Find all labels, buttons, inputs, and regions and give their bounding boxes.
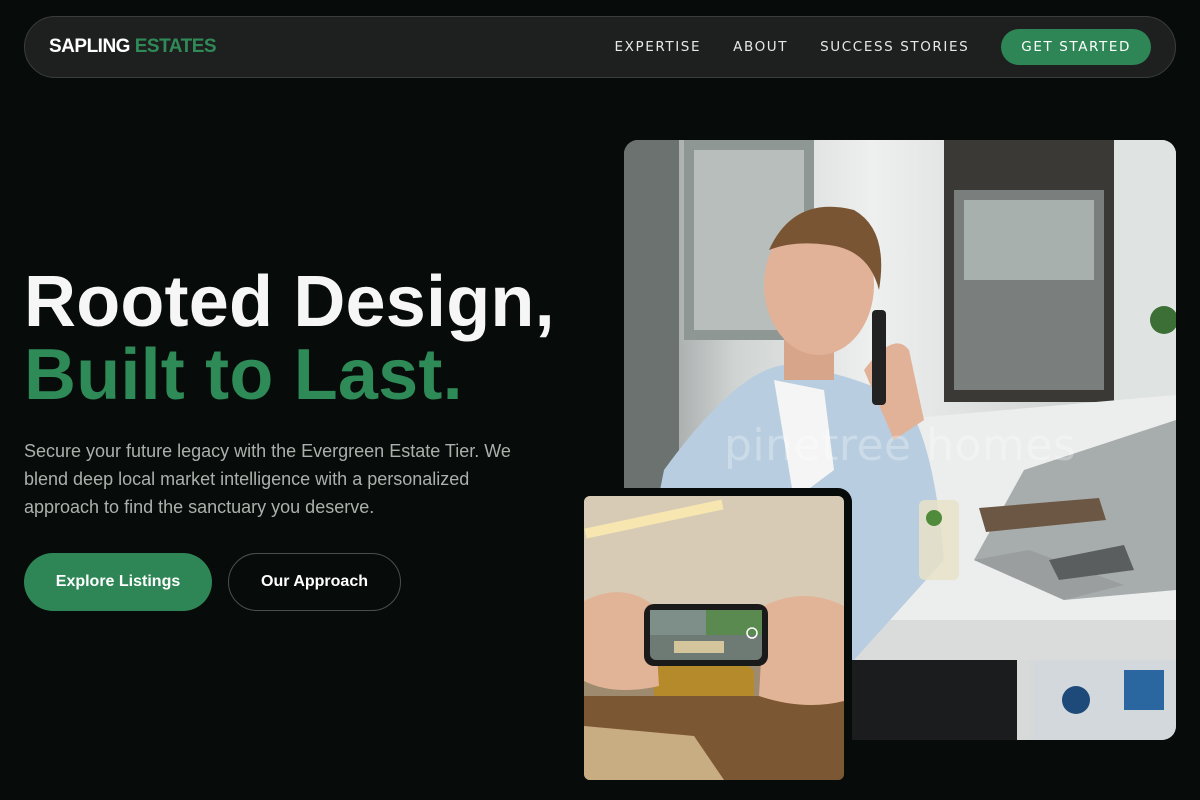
hero-lead-paragraph: Secure your future legacy with the Everg…	[24, 441, 511, 517]
hero-headline-line1: Rooted Design,	[24, 262, 555, 342]
brand-word-sapling: SAPLING	[49, 36, 130, 57]
explore-listings-button[interactable]: Explore Listings	[24, 553, 212, 611]
brand-logo[interactable]: SAPLING ESTATES	[49, 36, 217, 58]
brand-word-estates: ESTATES	[134, 36, 217, 57]
nav-link-about[interactable]: ABOUT	[733, 39, 788, 55]
nav-link-success-stories[interactable]: SUCCESS STORIES	[820, 39, 969, 55]
nav-link-expertise[interactable]: EXPERTISE	[615, 39, 702, 55]
our-approach-button[interactable]: Our Approach	[228, 553, 401, 611]
nav-links: EXPERTISE ABOUT SUCCESS STORIES GET STAR…	[615, 29, 1151, 65]
main-image-watermark: pinetree homes	[724, 420, 1077, 471]
inset-phone-photo	[584, 496, 844, 780]
get-started-button[interactable]: GET STARTED	[1001, 29, 1151, 65]
hero-headline-line2: Built to Last.	[24, 335, 463, 415]
phone-photo-illustration	[584, 496, 844, 780]
hero-headline: Rooted Design, Built to Last.	[24, 266, 555, 412]
top-nav-bar: SAPLING ESTATES EXPERTISE ABOUT SUCCESS …	[24, 16, 1176, 78]
